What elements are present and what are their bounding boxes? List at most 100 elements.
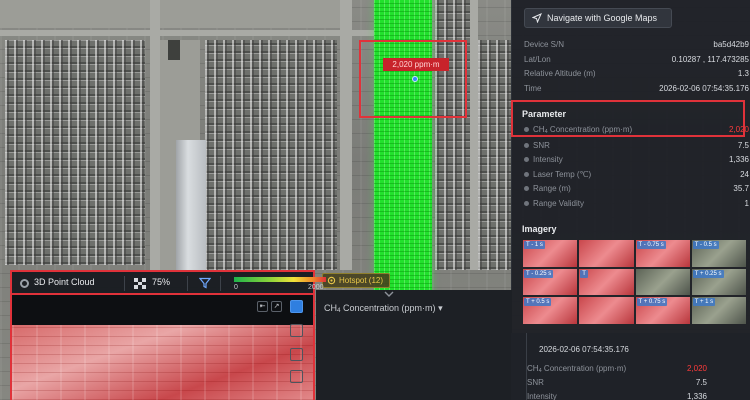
warehouse-roof bbox=[176, 140, 206, 270]
map-structure bbox=[168, 40, 180, 60]
imagery-thumbnail[interactable]: T - 0.5 s bbox=[691, 240, 746, 267]
opacity-value[interactable]: 75% bbox=[152, 277, 170, 287]
scale-max-label: 2000 bbox=[308, 284, 324, 291]
device-sn-value: ba5d42b9 bbox=[713, 40, 749, 49]
imagery-thumbnail[interactable]: T + 0.75 s bbox=[635, 297, 690, 324]
opacity-checker-icon[interactable] bbox=[134, 278, 146, 289]
intensity-value: 1,336 bbox=[728, 155, 749, 164]
device-sn-label: Device S/N bbox=[524, 40, 565, 49]
toolbar-divider bbox=[187, 276, 188, 291]
imagery-thumbnail[interactable] bbox=[635, 268, 690, 296]
range-label: Range (m) bbox=[524, 182, 571, 195]
map-road bbox=[340, 0, 352, 270]
imagery-thumbnail[interactable]: T - 0.25 s bbox=[523, 268, 578, 296]
range-validity-label: Range Validity bbox=[524, 197, 584, 210]
detail-ch4-value: 2,020 bbox=[686, 364, 707, 373]
lat-lon-value: 0.10287 , 117.473285 bbox=[671, 55, 749, 64]
expand-icon[interactable]: ↗ bbox=[271, 301, 282, 312]
thumbnail-time-label: T + 1 s bbox=[692, 298, 716, 307]
filter-icon[interactable] bbox=[199, 277, 211, 289]
detail-panel: 2026-02-06 07:54:35.176 CH4 Concentratio… bbox=[511, 333, 750, 400]
map-pad bbox=[0, 0, 150, 28]
time-label: Time bbox=[524, 84, 542, 93]
imagery-thumbnail[interactable] bbox=[579, 240, 634, 267]
point-cloud-render[interactable] bbox=[12, 325, 313, 400]
time-value: 2026-02-06 07:54:35.176 bbox=[659, 84, 749, 93]
point-cloud-title: 3D Point Cloud bbox=[34, 277, 95, 287]
thumbnail-time-label: T - 1 s bbox=[524, 241, 545, 249]
gallery-icon[interactable] bbox=[290, 324, 303, 337]
imagery-thumbnail[interactable]: T + 0.25 s bbox=[691, 268, 746, 296]
chart-metric-dropdown[interactable]: CH4 Concentration (ppm·m) ▾ bbox=[324, 303, 443, 314]
image-view-icon[interactable] bbox=[290, 300, 303, 313]
imagery-thumbnail[interactable] bbox=[579, 297, 634, 324]
snr-row: SNR 7.5 bbox=[524, 139, 749, 152]
laser-temp-label: Laser Temp (℃) bbox=[524, 168, 591, 181]
imagery-thumbnail[interactable]: T - 0.75 s bbox=[635, 240, 690, 267]
hotspot-count-button[interactable]: Hotspot (12) bbox=[322, 273, 391, 288]
map-road bbox=[470, 0, 478, 270]
map-road bbox=[150, 0, 160, 270]
imagery-grid: T - 1 s T - 0.75 s T - 0.5 s T - 0.25 s T T +… bbox=[523, 240, 746, 324]
relative-altitude-row: Relative Altitude (m) 1.3 bbox=[524, 67, 749, 80]
toolbar-divider bbox=[220, 276, 221, 291]
detail-intensity-value: 1,336 bbox=[686, 392, 707, 400]
plume-concentration-label: 2,020 ppm·m bbox=[383, 58, 449, 71]
lat-lon-label: Lat/Lon bbox=[524, 55, 551, 64]
timeline-rail bbox=[526, 333, 527, 400]
detail-intensity-label: Intensity bbox=[527, 392, 557, 400]
detail-time: 2026-02-06 07:54:35.176 bbox=[539, 345, 629, 354]
processing-plant-east bbox=[205, 40, 337, 270]
imagery-thumbnail[interactable]: T - 1 s bbox=[523, 240, 578, 267]
thumbnail-time-label: T + 0.25 s bbox=[692, 269, 724, 278]
thumbnail-time-label: T + 0.75 s bbox=[636, 298, 668, 307]
intensity-row: Intensity 1,336 bbox=[524, 153, 749, 166]
parameter-highlight-box bbox=[511, 100, 745, 137]
settings-icon[interactable] bbox=[290, 370, 303, 383]
point-cloud-viewport-header: ⇤ ↗ bbox=[12, 295, 313, 325]
snr-label: SNR bbox=[524, 139, 550, 152]
laser-temp-row: Laser Temp (℃) 24 bbox=[524, 168, 749, 181]
map-road bbox=[0, 30, 375, 36]
thumbnail-time-label: T bbox=[580, 269, 588, 278]
thumbnail-time-label: T - 0.5 s bbox=[692, 241, 719, 249]
map-pad bbox=[160, 0, 340, 28]
point-cloud-viewer[interactable]: ⇤ ↗ bbox=[10, 295, 315, 400]
detail-snr-label: SNR bbox=[527, 378, 544, 387]
detail-ch4-row: CH4 Concentration (ppm·m) 2,020 bbox=[527, 362, 707, 375]
imagery-thumbnail[interactable]: T bbox=[579, 268, 634, 296]
layers-icon[interactable] bbox=[290, 348, 303, 361]
hotspot-marker[interactable] bbox=[412, 76, 418, 82]
scale-min-label: 0 bbox=[234, 284, 238, 291]
detail-snr-value: 7.5 bbox=[695, 378, 707, 387]
imagery-thumbnail[interactable]: T + 1 s bbox=[691, 297, 746, 324]
dropdown-caret-icon: ▾ bbox=[438, 303, 443, 313]
processing-plant-west bbox=[5, 40, 145, 265]
detail-intensity-row: Intensity 1,336 bbox=[527, 390, 707, 400]
hotspot-count-label: Hotspot (12) bbox=[339, 276, 384, 285]
hotspot-icon bbox=[327, 276, 336, 285]
navigation-arrow-icon bbox=[532, 13, 542, 23]
point-cloud-toggle-icon[interactable] bbox=[20, 279, 29, 288]
detail-time-row: 2026-02-06 07:54:35.176 bbox=[539, 343, 659, 356]
info-panel: Navigate with Google Maps Device S/N ba5… bbox=[511, 0, 750, 333]
snr-value: 7.5 bbox=[737, 141, 749, 150]
split-view-icon[interactable]: ⇤ bbox=[257, 301, 268, 312]
device-sn-row: Device S/N ba5d42b9 bbox=[524, 38, 749, 51]
intensity-label: Intensity bbox=[524, 153, 563, 166]
laser-temp-value: 24 bbox=[740, 170, 749, 179]
imagery-thumbnail[interactable]: T + 0.5 s bbox=[523, 297, 578, 324]
viewer-side-toolbar bbox=[288, 296, 306, 386]
toolbar-divider bbox=[124, 276, 125, 291]
thumbnail-time-label: T - 0.75 s bbox=[636, 241, 666, 249]
time-row: Time 2026-02-06 07:54:35.176 bbox=[524, 82, 749, 95]
navigate-google-maps-button[interactable]: Navigate with Google Maps bbox=[524, 8, 672, 28]
range-row: Range (m) 35.7 bbox=[524, 182, 749, 195]
concentration-color-scale[interactable] bbox=[234, 277, 326, 282]
navigate-button-label: Navigate with Google Maps bbox=[547, 13, 658, 23]
chevron-down-icon[interactable] bbox=[383, 290, 395, 298]
pipe-rack bbox=[478, 40, 511, 270]
imagery-section-title: Imagery bbox=[522, 224, 557, 234]
range-validity-row: Range Validity 1 bbox=[524, 197, 749, 210]
range-validity-value: 1 bbox=[744, 199, 749, 208]
